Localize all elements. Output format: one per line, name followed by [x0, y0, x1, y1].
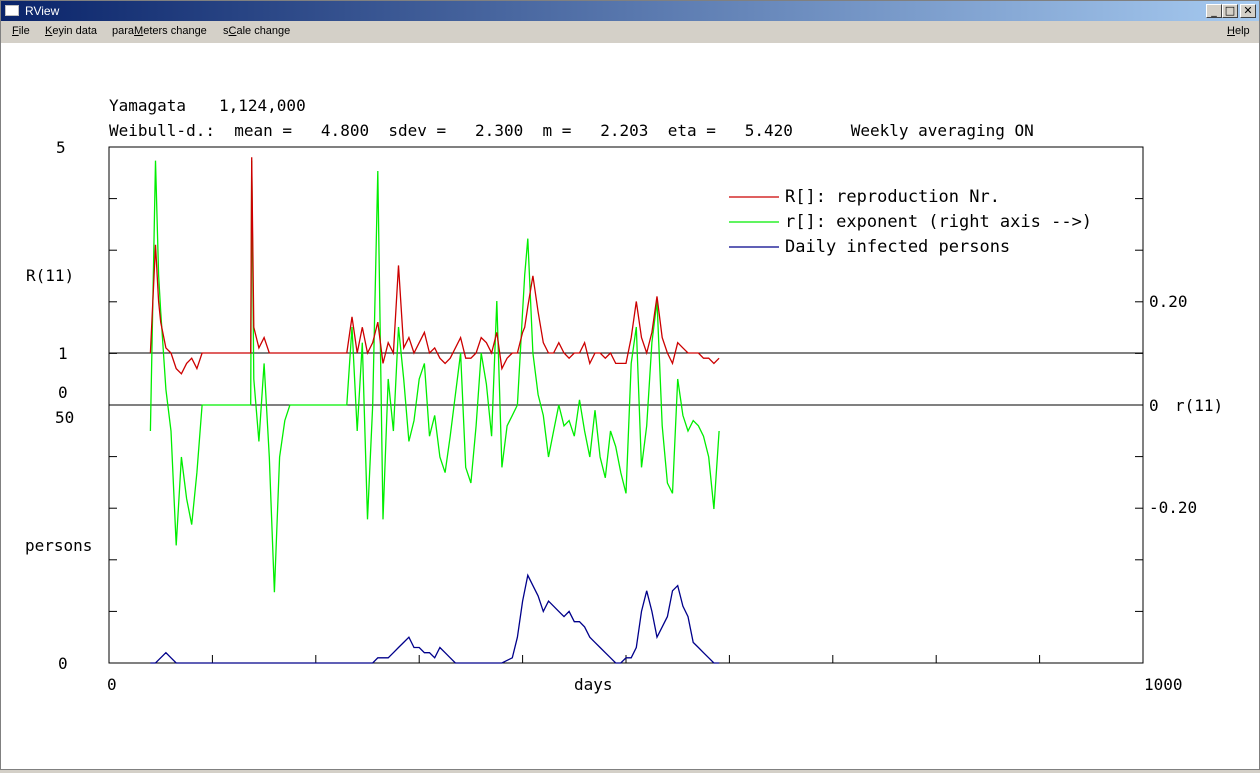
region-population: 1,124,000	[219, 96, 306, 115]
menu-scale-change[interactable]: sCale change	[223, 25, 290, 37]
x-axis-label: days	[574, 675, 613, 694]
legend-exponent: r[]: exponent (right axis -->)	[785, 212, 1092, 232]
persons-axis-zero: 0	[58, 654, 68, 673]
maximize-icon[interactable]: □	[1222, 4, 1238, 18]
persons-axis-max: 50	[55, 408, 74, 427]
title-bar[interactable]: RView _ □ ✕	[1, 1, 1259, 21]
legend-reproduction: R[]: reproduction Nr.	[785, 187, 1000, 207]
right-axis-zero: 0	[1149, 396, 1159, 415]
right-axis-top: 0.20	[1149, 292, 1188, 311]
plot-canvas: Yamagata 1,124,000 Weibull-d.: mean = 4.…	[1, 43, 1259, 769]
series-daily-infected-line	[150, 573, 720, 664]
legend: R[]: reproduction Nr. r[]: exponent (rig…	[729, 187, 1092, 257]
right-axis-label: r(11)	[1175, 396, 1223, 415]
r-axis-zero: 0	[58, 383, 68, 402]
legend-daily: Daily infected persons	[785, 237, 1010, 257]
window-title: RView	[25, 4, 60, 18]
x-axis-max: 1000	[1144, 675, 1183, 694]
x-axis-min: 0	[107, 675, 117, 694]
r-axis-one: 1	[58, 344, 68, 363]
menu-parameters-change[interactable]: paraMeters change	[112, 25, 207, 37]
app-window: RView _ □ ✕ File Keyin data paraMeters c…	[0, 0, 1260, 770]
menu-bar: File Keyin data paraMeters change sCale …	[1, 21, 1259, 43]
app-icon	[5, 5, 19, 16]
series-exponent-line	[149, 160, 720, 593]
persons-axis-label: persons	[25, 536, 92, 555]
menu-file[interactable]: File	[12, 25, 30, 37]
right-axis-bottom: -0.20	[1149, 498, 1197, 517]
region-name: Yamagata	[109, 96, 186, 115]
r-axis-label: R(11)	[26, 266, 74, 285]
close-icon[interactable]: ✕	[1240, 4, 1256, 18]
minimize-icon[interactable]: _	[1206, 4, 1222, 18]
r-axis-max: 5	[56, 138, 66, 157]
parameter-line: Weibull-d.: mean = 4.800 sdev = 2.300 m …	[109, 121, 1034, 140]
menu-help[interactable]: Help	[1227, 25, 1250, 37]
chart-svg: Yamagata 1,124,000 Weibull-d.: mean = 4.…	[25, 96, 1223, 694]
menu-keyin-data[interactable]: Keyin data	[45, 25, 97, 37]
